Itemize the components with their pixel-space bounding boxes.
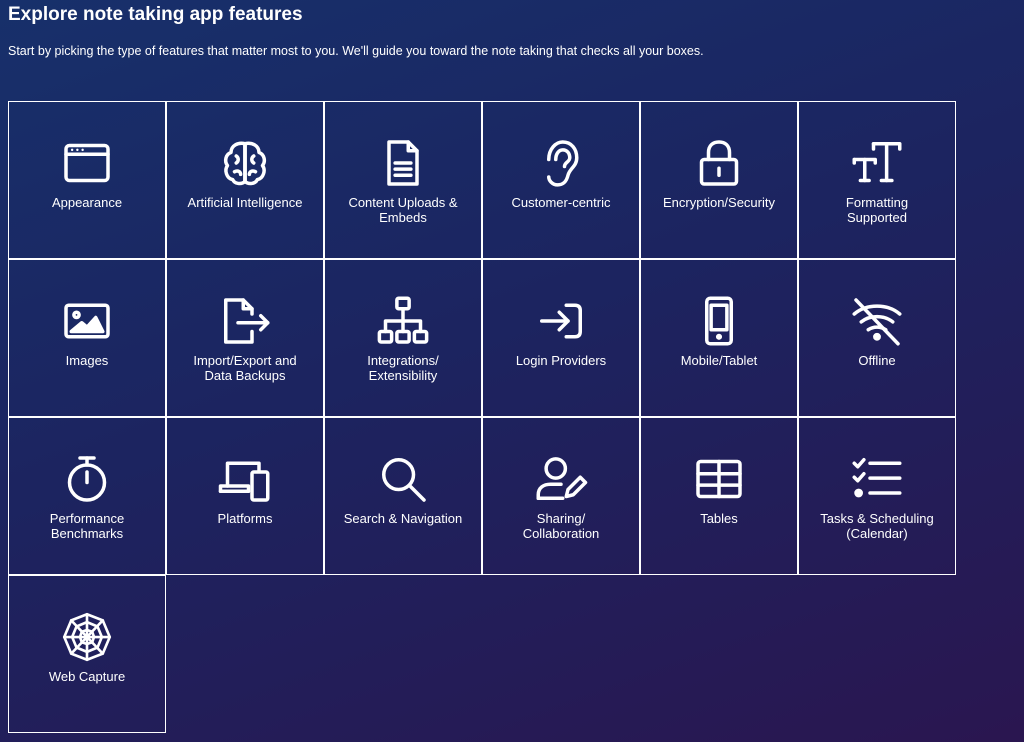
feature-label: Customer-centric [511, 195, 611, 210]
feature-tile-search-navigation[interactable]: Search & Navigation [324, 417, 482, 575]
feature-label: Integrations/ Extensibility [367, 353, 439, 383]
feature-tile-sharing-collaboration[interactable]: Sharing/ Collaboration [482, 417, 640, 575]
feature-label: Search & Navigation [343, 511, 463, 526]
feature-tile-offline[interactable]: Offline [798, 259, 956, 417]
brain-icon [223, 141, 267, 186]
feature-tile-formatting-supported[interactable]: Formatting Supported [798, 101, 956, 259]
browser-window-icon [64, 143, 110, 183]
feature-tile-artificial-intelligence[interactable]: Artificial Intelligence [166, 101, 324, 259]
feature-label: Sharing/ Collaboration [522, 511, 600, 541]
feature-label: Tasks & Scheduling (Calendar) [820, 511, 934, 541]
search-icon [382, 458, 426, 502]
feature-tile-web-capture[interactable]: Web Capture [8, 575, 166, 733]
stopwatch-icon [67, 456, 107, 502]
feature-tile-content-uploads-embeds[interactable]: Content Uploads & Embeds [324, 101, 482, 259]
feature-tile-platforms[interactable]: Platforms [166, 417, 324, 575]
feature-tile-tasks-scheduling[interactable]: Tasks & Scheduling (Calendar) [798, 417, 956, 575]
feature-tile-mobile-tablet[interactable]: Mobile/Tablet [640, 259, 798, 417]
devices-icon [218, 461, 270, 502]
feature-tile-performance-benchmarks[interactable]: Performance Benchmarks [8, 417, 166, 575]
ear-icon [547, 140, 579, 187]
feature-label: Content Uploads & Embeds [348, 195, 458, 225]
feature-tile-tables[interactable]: Tables [640, 417, 798, 575]
feature-label: Offline [858, 353, 896, 368]
document-icon [387, 140, 419, 186]
feature-tile-encryption-security[interactable]: Encryption/Security [640, 101, 798, 259]
image-icon [64, 303, 110, 339]
wifi-off-icon [852, 298, 902, 346]
feature-label: Images [65, 353, 109, 368]
feature-tile-integrations[interactable]: Integrations/ Extensibility [324, 259, 482, 417]
spider-web-icon [62, 612, 112, 662]
task-list-icon [852, 458, 902, 498]
user-edit-icon [536, 457, 588, 500]
feature-tile-appearance[interactable]: Appearance [8, 101, 166, 259]
feature-label: Import/Export and Data Backups [193, 353, 297, 383]
feature-label: Mobile/Tablet [680, 353, 758, 368]
feature-label: Performance Benchmarks [49, 511, 125, 541]
sign-in-icon [540, 303, 582, 339]
lock-icon [699, 140, 739, 186]
feature-label: Artificial Intelligence [187, 195, 303, 210]
feature-label: Formatting Supported [845, 195, 909, 225]
feature-label: Web Capture [48, 669, 126, 684]
feature-label: Login Providers [515, 353, 607, 368]
feature-tile-import-export[interactable]: Import/Export and Data Backups [166, 259, 324, 417]
file-export-icon [224, 298, 270, 344]
mobile-icon [705, 296, 733, 346]
feature-grid: Appearance Artificial Intelligence Conte… [8, 101, 956, 733]
feature-tile-images[interactable]: Images [8, 259, 166, 417]
sitemap-icon [377, 296, 429, 344]
feature-tile-login-providers[interactable]: Login Providers [482, 259, 640, 417]
feature-label: Tables [700, 511, 738, 526]
feature-tile-customer-centric[interactable]: Customer-centric [482, 101, 640, 259]
feature-label: Encryption/Security [663, 195, 775, 210]
feature-label: Appearance [51, 195, 123, 210]
page-subtitle: Start by picking the type of features th… [8, 44, 704, 58]
text-size-icon [852, 142, 902, 183]
page-title: Explore note taking app features [8, 4, 303, 25]
feature-label: Platforms [217, 511, 273, 526]
table-icon [696, 459, 742, 499]
